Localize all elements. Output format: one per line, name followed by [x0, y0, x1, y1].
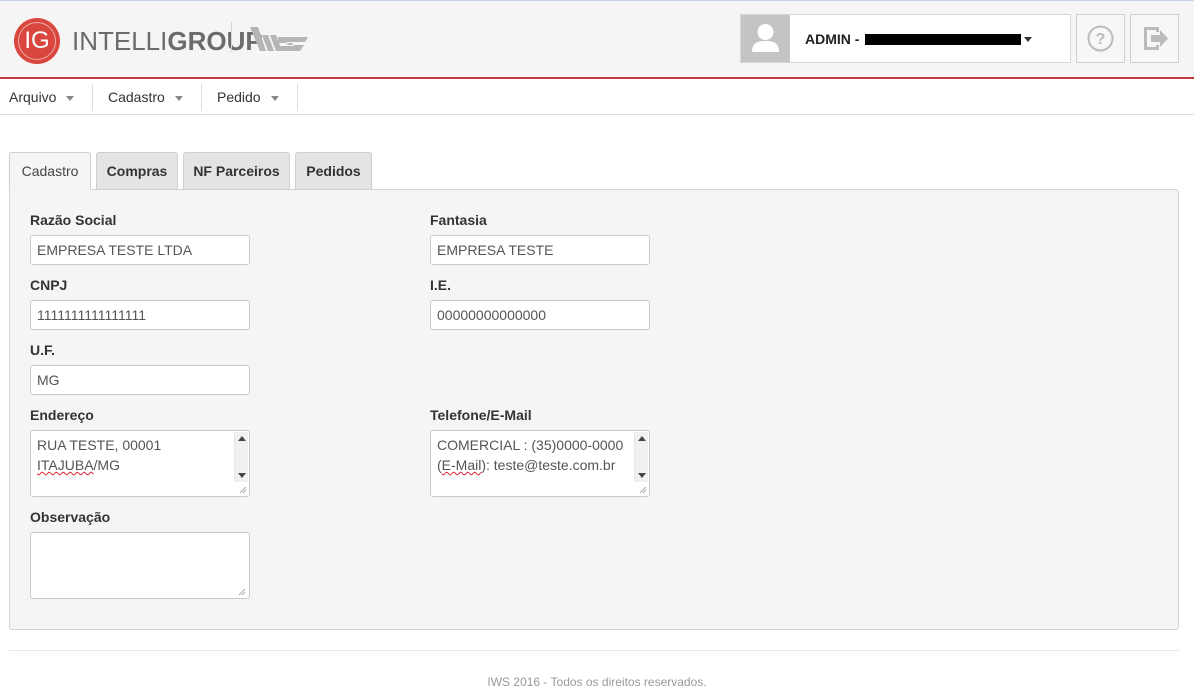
menu-cadastro[interactable]: Cadastro	[108, 81, 183, 114]
menu-pedido[interactable]: Pedido	[217, 81, 279, 114]
caret-down-icon	[270, 95, 279, 101]
cnpj-label: CNPJ	[30, 277, 68, 293]
redacted-username	[865, 34, 1021, 45]
observacao-textarea[interactable]	[30, 532, 250, 599]
scrollbar[interactable]	[234, 432, 248, 482]
endereco-textarea[interactable]: RUA TESTE, 00001 ITAJUBA/MG	[30, 430, 250, 497]
menu-arquivo[interactable]: Arquivo	[9, 81, 75, 114]
caret-down-icon	[66, 95, 75, 101]
observacao-label: Observação	[30, 509, 111, 525]
telefone-email-textarea[interactable]: COMERCIAL : (35)0000-0000 (E-Mail): test…	[430, 430, 650, 497]
endereco-line-2-suffix: /MG	[93, 457, 120, 473]
chevron-down-icon	[1024, 37, 1032, 42]
logo-ring	[18, 22, 56, 60]
menu-separator	[201, 84, 202, 111]
scroll-up-icon	[238, 436, 246, 441]
razao-social-field[interactable]: EMPRESA TESTE LTDA	[30, 235, 250, 265]
ie-label: I.E.	[430, 277, 452, 293]
scroll-down-icon	[238, 473, 246, 478]
logout-button[interactable]	[1130, 14, 1179, 63]
user-icon	[752, 24, 779, 52]
top-bar: IG INTELLIGROUP ADMIN - ?	[0, 0, 1194, 79]
help-button[interactable]: ?	[1076, 14, 1125, 63]
scroll-down-icon	[638, 473, 646, 478]
menu-separator	[297, 84, 298, 111]
ie-field[interactable]: 00000000000000	[430, 300, 650, 330]
tab-compras[interactable]: Compras	[96, 152, 178, 189]
brand-name: INTELLIGROUP	[72, 26, 263, 57]
username-label: ADMIN -	[805, 31, 860, 47]
iws-logo-icon	[250, 27, 308, 51]
avatar	[741, 15, 790, 62]
tab-pedidos[interactable]: Pedidos	[295, 152, 372, 189]
resize-grip-icon[interactable]	[238, 588, 246, 596]
telefone-line-2: (E-Mail): teste@teste.com.br	[437, 455, 643, 475]
telefone-line-2-suffix: ): teste@teste.com.br	[481, 457, 616, 473]
menu-separator	[92, 84, 93, 111]
endereco-line-2: ITAJUBA/MG	[37, 455, 243, 475]
fantasia-label: Fantasia	[430, 212, 487, 228]
footer-text: IWS 2016 - Todos os direitos reservados.	[487, 675, 707, 689]
caret-down-icon	[174, 95, 183, 101]
scroll-up-icon	[638, 436, 646, 441]
menu-label: Arquivo	[9, 89, 57, 105]
spellcheck-word: ITAJUBA	[37, 457, 94, 473]
tab-nf-parceiros[interactable]: NF Parceiros	[183, 152, 290, 189]
telefone-email-label: Telefone/E-Mail	[430, 407, 532, 423]
logout-icon	[1144, 27, 1168, 50]
footer-divider	[9, 650, 1179, 651]
tab-cadastro[interactable]: Cadastro	[9, 152, 91, 190]
razao-social-label: Razão Social	[30, 212, 117, 228]
menu-bar: Arquivo Cadastro Pedido	[0, 81, 1194, 115]
resize-grip-icon[interactable]	[239, 486, 247, 494]
menu-label: Cadastro	[108, 89, 165, 105]
spellcheck-word: E-Mail	[441, 457, 482, 473]
uf-label: U.F.	[30, 342, 55, 358]
uf-field[interactable]: MG	[30, 365, 250, 395]
svg-text:?: ?	[1096, 31, 1106, 48]
brand-divider	[231, 22, 232, 52]
endereco-line-1: RUA TESTE, 00001	[37, 437, 162, 453]
help-circle-icon: ?	[1087, 25, 1114, 52]
user-menu[interactable]: ADMIN -	[740, 14, 1071, 63]
resize-grip-icon[interactable]	[639, 486, 647, 494]
fantasia-field[interactable]: EMPRESA TESTE	[430, 235, 650, 265]
cnpj-field[interactable]: 1111111111111111	[30, 300, 250, 330]
telefone-line-1: COMERCIAL : (35)0000-0000	[437, 437, 624, 453]
endereco-label: Endereço	[30, 407, 94, 423]
menu-label: Pedido	[217, 89, 261, 105]
scrollbar[interactable]	[634, 432, 648, 482]
brand-light: INTELLI	[72, 26, 168, 56]
